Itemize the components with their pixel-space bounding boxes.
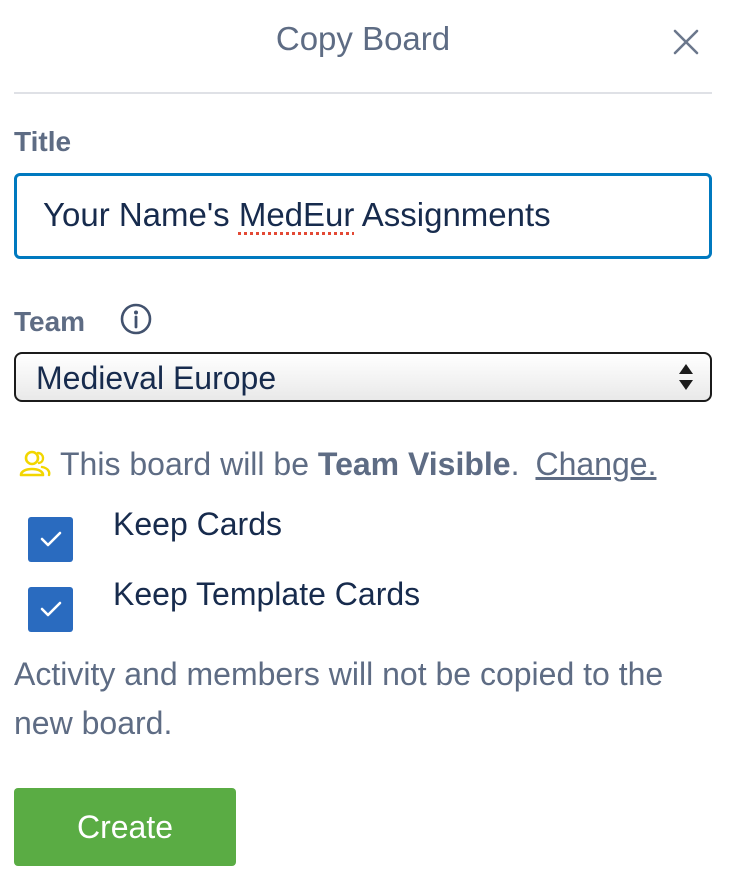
close-icon [673, 29, 699, 55]
create-button[interactable]: Create [14, 788, 236, 866]
team-select-value: Medieval Europe [36, 360, 277, 396]
visibility-suffix: . [510, 445, 520, 482]
keep-template-cards-label: Keep Template Cards [113, 575, 421, 612]
up-down-arrows-icon [679, 364, 693, 390]
title-input[interactable] [14, 173, 712, 259]
keep-template-cards-option[interactable]: Keep Template Cards [28, 576, 420, 632]
title-label: Title [14, 126, 72, 157]
popover-header: Copy Board [14, 0, 712, 94]
visibility-notice: This board will be Team Visible. Change. [18, 444, 656, 484]
team-label: Team [14, 306, 86, 337]
keep-cards-label: Keep Cards [113, 505, 282, 542]
popover-title: Copy Board [275, 20, 451, 57]
info-icon[interactable] [118, 301, 154, 337]
visibility-prefix: This board will be [60, 445, 309, 482]
change-visibility-link[interactable]: Change. [535, 446, 656, 483]
keep-cards-checkbox[interactable] [28, 516, 73, 562]
close-button[interactable] [660, 16, 712, 68]
keep-cards-option[interactable]: Keep Cards [28, 506, 282, 562]
checkmark-icon [40, 531, 61, 547]
keep-template-cards-checkbox[interactable] [28, 586, 73, 632]
visibility-level: Team Visible [317, 445, 511, 482]
copy-note: Activity and members will not be copied … [14, 656, 664, 741]
team-people-icon [19, 450, 51, 477]
copy-board-popover: Copy Board Title Your Name's MedEur Assi… [0, 0, 734, 882]
team-select[interactable]: Medieval Europe [14, 352, 712, 402]
checkmark-icon [40, 601, 61, 617]
